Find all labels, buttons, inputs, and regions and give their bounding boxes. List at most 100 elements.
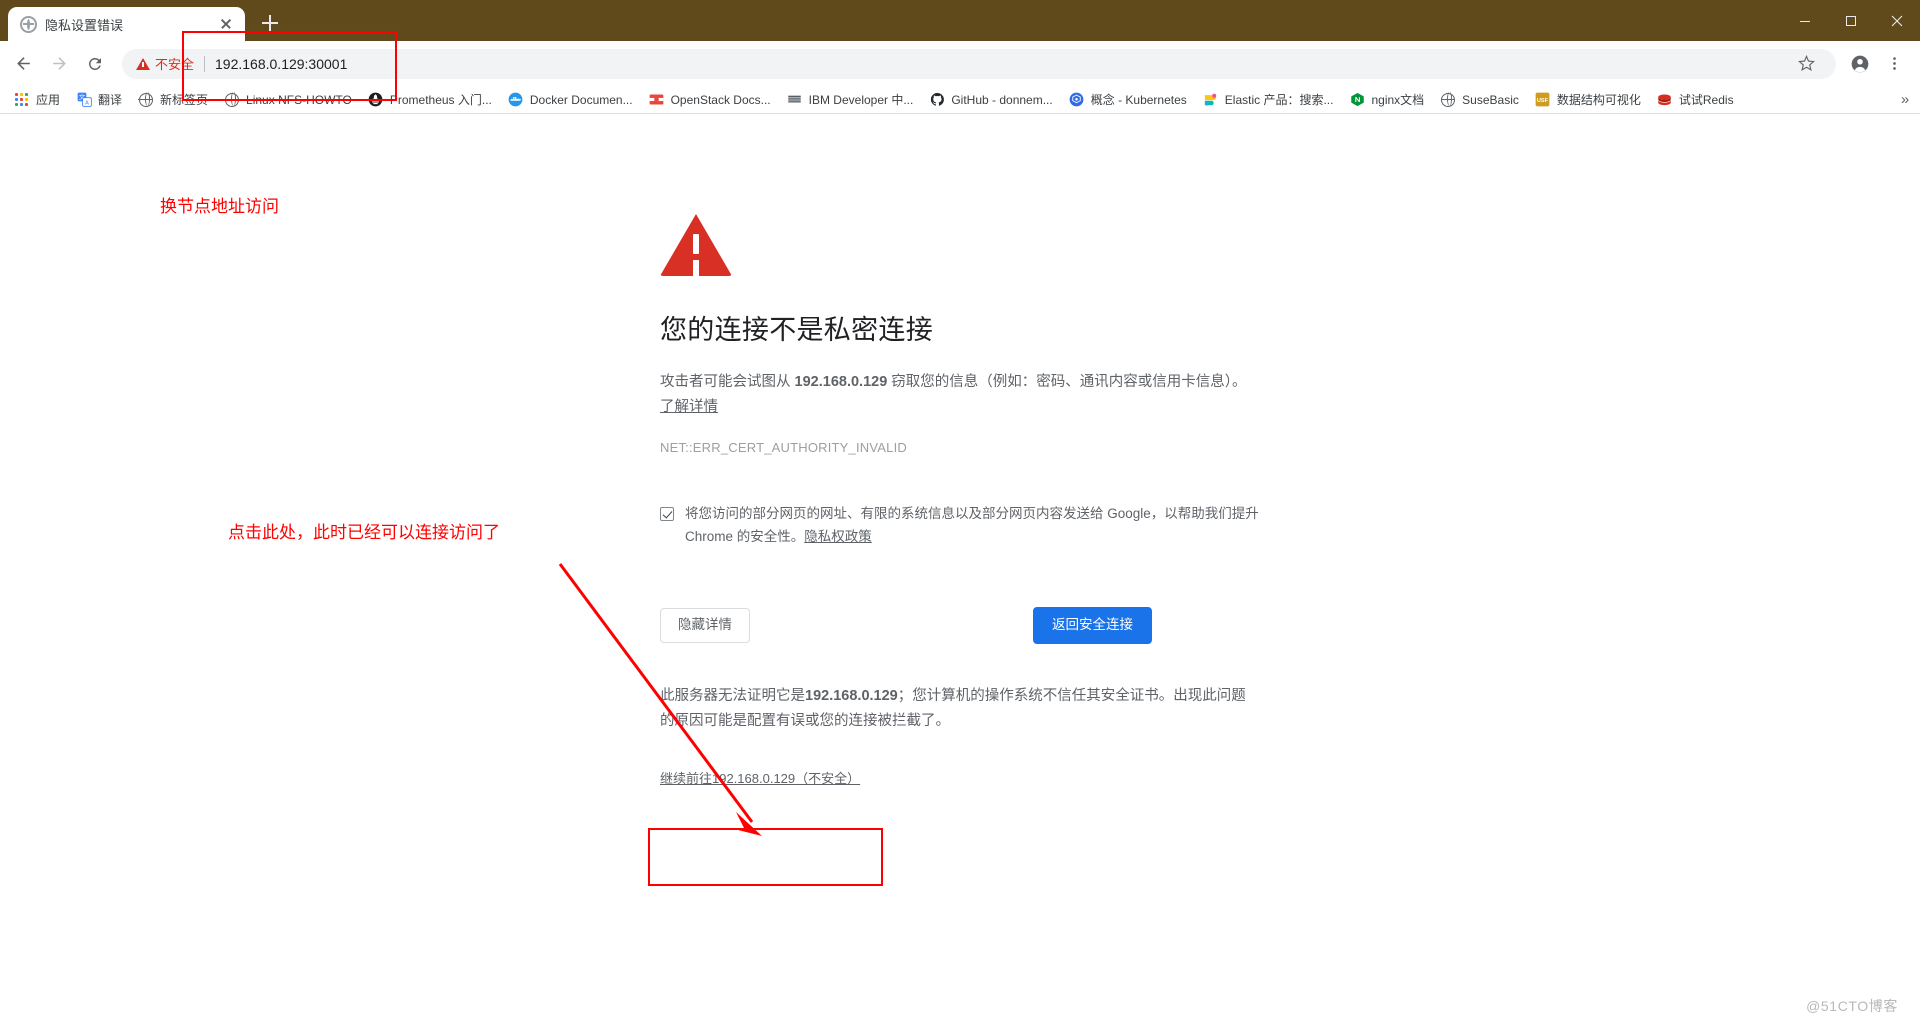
openstack-icon bbox=[649, 92, 665, 108]
kubernetes-icon bbox=[1069, 92, 1085, 108]
bookmark-github[interactable]: GitHub - donnem... bbox=[921, 89, 1060, 111]
warning-triangle-icon bbox=[136, 57, 150, 70]
bookmark-ibm-developer[interactable]: IBM Developer 中... bbox=[779, 88, 922, 111]
bookmark-label: 新标签页 bbox=[160, 93, 209, 107]
ibm-icon bbox=[787, 92, 803, 108]
page-content: 您的连接不是私密连接 攻击者可能会试图从 192.168.0.129 窃取您的信… bbox=[0, 114, 1920, 1030]
hide-details-button[interactable]: 隐藏详情 bbox=[660, 608, 750, 644]
bookmark-label: 概念 - Kubernetes bbox=[1090, 93, 1187, 107]
close-icon[interactable] bbox=[217, 15, 235, 33]
browser-window: 隐私设置错误 不安全 192.168.0.129:30001 应用 文 A 翻译… bbox=[0, 0, 1920, 1031]
bookmark-label: Docker Documen... bbox=[529, 92, 633, 107]
bookmark-elastic[interactable]: Elastic 产品：搜索... bbox=[1195, 88, 1342, 111]
bookmark-label: 应用 bbox=[36, 93, 61, 107]
three-dot-menu-icon[interactable] bbox=[1878, 48, 1910, 80]
redis-icon bbox=[1657, 92, 1673, 108]
bookmark-nginx-docs[interactable]: nginx文档 bbox=[1341, 88, 1432, 111]
error-description: 攻击者可能会试图从 192.168.0.129 窃取您的信息（例如：密码、通讯内… bbox=[660, 370, 1250, 420]
interstitial-buttons: 隐藏详情 返回安全连接 bbox=[660, 607, 1152, 645]
bookmark-data-structure-visualization[interactable]: USF 数据结构可视化 bbox=[1527, 88, 1649, 111]
tab-title: 隐私设置错误 bbox=[45, 17, 124, 33]
globe-icon bbox=[138, 91, 154, 108]
maximize-icon[interactable] bbox=[1828, 0, 1874, 41]
bookmark-kubernetes-concepts[interactable]: 概念 - Kubernetes bbox=[1061, 88, 1195, 111]
safe-browsing-optin: 将您访问的部分网页的网址、有限的系统信息以及部分网页内容发送给 Google，以… bbox=[660, 503, 1260, 549]
minimize-icon[interactable] bbox=[1782, 0, 1828, 41]
translate-icon: 文A bbox=[76, 92, 92, 108]
bookmark-label: Elastic 产品：搜索... bbox=[1224, 93, 1334, 107]
close-icon[interactable] bbox=[1874, 0, 1920, 41]
bookmark-label: SuseBasic bbox=[1462, 92, 1519, 107]
bookmark-new-tab-page[interactable]: 新标签页 bbox=[130, 88, 216, 111]
reload-icon[interactable] bbox=[78, 47, 112, 81]
star-icon[interactable] bbox=[1790, 48, 1822, 80]
globe-icon bbox=[224, 91, 240, 108]
bookmark-label: IBM Developer 中... bbox=[808, 93, 914, 107]
svg-text:A: A bbox=[85, 101, 89, 107]
bookmark-label: 数据结构可视化 bbox=[1556, 93, 1641, 107]
not-secure-label: 不安全 bbox=[155, 57, 195, 72]
address-bar[interactable]: 不安全 192.168.0.129:30001 bbox=[122, 48, 1836, 80]
browser-tab[interactable]: 隐私设置错误 bbox=[8, 7, 245, 41]
error-description-prefix: 攻击者可能会试图从 bbox=[660, 374, 795, 391]
bookmark-try-redis[interactable]: 试试Redis bbox=[1649, 88, 1742, 111]
bookmark-linux-nfs-howto[interactable]: Linux NFS-HOWTO bbox=[216, 89, 360, 111]
title-bar: 隐私设置错误 bbox=[0, 0, 1920, 41]
url-text[interactable]: 192.168.0.129:30001 bbox=[215, 56, 1790, 72]
globe-icon bbox=[20, 15, 37, 33]
bookmark-openstack-docs[interactable]: OpenStack Docs... bbox=[641, 89, 779, 111]
error-description-suffix: 窃取您的信息（例如：密码、通讯内容或信用卡信息）。 bbox=[887, 374, 1247, 391]
page-title: 您的连接不是私密连接 bbox=[660, 315, 933, 345]
certificate-detail-text: 此服务器无法证明它是192.168.0.129；您计算机的操作系统不信任其安全证… bbox=[660, 684, 1260, 734]
bookmark-docker-documentation[interactable]: Docker Documen... bbox=[500, 89, 641, 111]
learn-more-link[interactable]: 了解详情 bbox=[660, 399, 718, 415]
browser-toolbar: 不安全 192.168.0.129:30001 bbox=[0, 41, 1920, 86]
back-to-safety-button[interactable]: 返回安全连接 bbox=[1033, 607, 1152, 645]
bookmark-label: Prometheus 入门... bbox=[389, 93, 492, 107]
profile-avatar-icon[interactable] bbox=[1844, 48, 1876, 80]
ssl-interstitial: 您的连接不是私密连接 攻击者可能会试图从 192.168.0.129 窃取您的信… bbox=[660, 214, 1260, 788]
bookmark-prometheus[interactable]: Prometheus 入门... bbox=[360, 88, 500, 111]
privacy-policy-link[interactable]: 隐私权政策 bbox=[804, 529, 872, 544]
svg-text:USF: USF bbox=[1537, 98, 1549, 104]
annotation-box-proceed-link bbox=[648, 828, 883, 886]
error-host: 192.168.0.129 bbox=[794, 374, 888, 391]
bookmark-label: nginx文档 bbox=[1371, 93, 1425, 107]
back-arrow-icon[interactable] bbox=[6, 47, 40, 81]
red-warning-triangle-icon bbox=[660, 214, 732, 276]
window-controls bbox=[1782, 0, 1920, 41]
not-secure-indicator[interactable]: 不安全 bbox=[136, 54, 194, 73]
optin-body: 将您访问的部分网页的网址、有限的系统信息以及部分网页内容发送给 Google，以… bbox=[685, 506, 1259, 545]
send-report-checkbox[interactable] bbox=[660, 507, 674, 522]
watermark: @51CTO博客 bbox=[1806, 998, 1898, 1014]
forward-arrow-icon[interactable] bbox=[42, 47, 76, 81]
bookmark-label: OpenStack Docs... bbox=[670, 92, 771, 107]
bookmark-susebasic[interactable]: SuseBasic bbox=[1432, 89, 1527, 111]
usf-icon: USF bbox=[1535, 92, 1551, 108]
apps-grid-icon bbox=[14, 92, 30, 108]
bookmark-label: 翻译 bbox=[98, 93, 123, 107]
prometheus-icon bbox=[368, 92, 384, 108]
bookmark-label: 试试Redis bbox=[1678, 93, 1734, 107]
github-icon bbox=[929, 92, 945, 108]
elastic-icon bbox=[1203, 92, 1219, 108]
detail-host: 192.168.0.129 bbox=[805, 688, 898, 705]
proceed-unsafe-link[interactable]: 继续前往192.168.0.129（不安全） bbox=[660, 768, 860, 787]
omnibox-divider bbox=[204, 55, 206, 72]
error-code: NET::ERR_CERT_AUTHORITY_INVALID bbox=[660, 440, 907, 456]
new-tab-button[interactable] bbox=[255, 8, 285, 38]
annotation-note-bottom: 点击此处，此时已经可以连接访问了 bbox=[228, 523, 500, 542]
bookmark-label: GitHub - donnem... bbox=[951, 92, 1053, 107]
globe-icon bbox=[1440, 91, 1456, 108]
bookmarks-bar: 应用 文A 翻译 新标签页 Linux NFS-HOWTO Prometheus… bbox=[0, 86, 1920, 114]
docker-icon bbox=[508, 92, 524, 108]
annotation-note-top: 换节点地址访问 bbox=[160, 197, 279, 216]
bookmark-label: Linux NFS-HOWTO bbox=[246, 92, 352, 107]
optin-text: 将您访问的部分网页的网址、有限的系统信息以及部分网页内容发送给 Google，以… bbox=[685, 503, 1260, 549]
nginx-icon bbox=[1349, 92, 1365, 108]
bookmarks-overflow-button[interactable]: » bbox=[1894, 88, 1916, 111]
bookmark-apps[interactable]: 应用 bbox=[6, 88, 68, 111]
bookmark-translate[interactable]: 文A 翻译 bbox=[68, 88, 130, 111]
tab-strip: 隐私设置错误 bbox=[0, 0, 285, 41]
detail-prefix: 此服务器无法证明它是 bbox=[660, 688, 805, 705]
